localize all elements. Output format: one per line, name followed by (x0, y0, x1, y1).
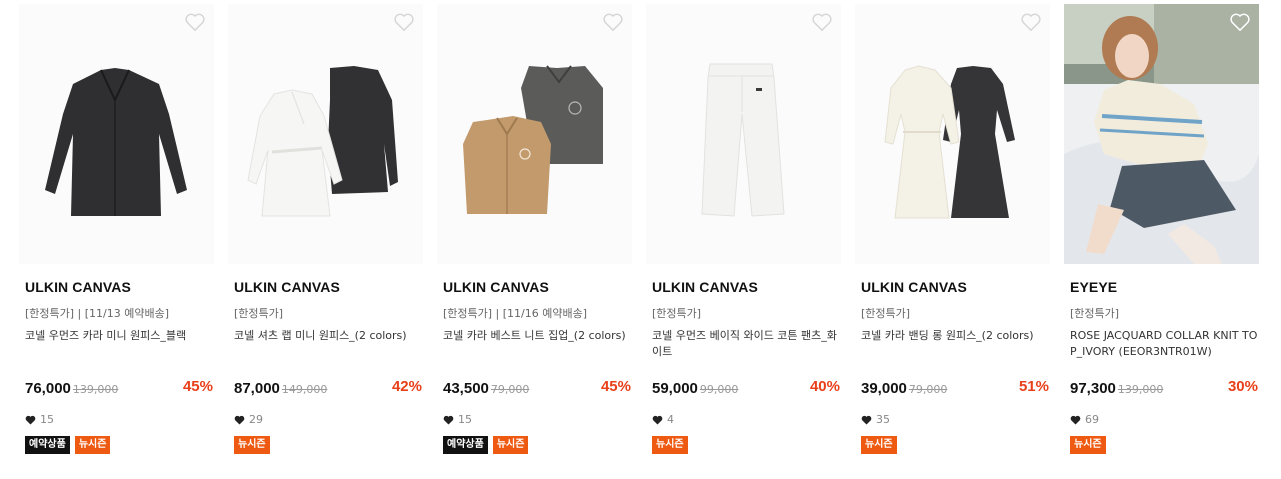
sale-price: 59,000 (652, 380, 698, 397)
new-season-badge: 뉴시즌 (861, 436, 897, 454)
sale-price: 76,000 (25, 380, 71, 397)
brand-name[interactable]: ULKIN CANVAS (861, 279, 967, 295)
discount-rate: 42% (391, 378, 422, 395)
badge-list: 뉴시즌 (861, 436, 897, 454)
product-card[interactable]: ULKIN CANVAS [한정특가] | [11/16 예약배송] 코넬 카라… (437, 4, 632, 454)
product-card[interactable]: ULKIN CANVAS [한정특가] 코넬 카라 밴딩 롱 원피스_(2 co… (855, 4, 1050, 454)
like-count: 69 (1070, 413, 1099, 426)
promo-tag: [한정특가] | [11/13 예약배송] (25, 307, 170, 320)
sale-price: 39,000 (861, 380, 907, 397)
like-count: 35 (861, 413, 890, 426)
promo-tag: [한정특가] | [11/16 예약배송] (443, 307, 588, 320)
brand-name[interactable]: ULKIN CANVAS (443, 279, 549, 295)
product-card[interactable]: ULKIN CANVAS [한정특가] 코넬 셔츠 랩 미니 원피스_(2 co… (228, 4, 423, 454)
price-row: 97,300 139,000 30% (1070, 378, 1258, 398)
promo-tag: [한정특가] (234, 307, 284, 320)
original-price: 139,000 (72, 383, 119, 396)
price-row: 39,000 79,000 51% (861, 378, 1049, 398)
like-count: 15 (25, 413, 54, 426)
product-name[interactable]: ROSE JACQUARD COLLAR KNIT TOP_IVORY (EEO… (1070, 328, 1260, 360)
heart-filled-icon (861, 415, 872, 425)
heart-icon[interactable] (393, 12, 415, 32)
brand-name[interactable]: ULKIN CANVAS (652, 279, 758, 295)
badge-list: 뉴시즌 (234, 436, 270, 454)
like-count-value: 15 (40, 413, 54, 426)
promo-tag: [한정특가] (652, 307, 702, 320)
new-season-badge: 뉴시즌 (1070, 436, 1106, 454)
like-count: 4 (652, 413, 674, 426)
product-card[interactable]: ULKIN CANVAS [한정특가] 코넬 우먼즈 베이직 와이드 코튼 팬츠… (646, 4, 841, 454)
like-count: 29 (234, 413, 263, 426)
model-photo-image (1064, 4, 1259, 264)
sale-price: 87,000 (234, 380, 280, 397)
brand-name[interactable]: ULKIN CANVAS (234, 279, 340, 295)
discount-rate: 40% (809, 378, 840, 395)
product-image[interactable] (646, 4, 841, 264)
badge-list: 예약상품 뉴시즌 (443, 436, 529, 454)
discount-rate: 45% (600, 378, 631, 395)
price-row: 59,000 99,000 40% (652, 378, 840, 398)
heart-icon[interactable] (602, 12, 624, 32)
product-name[interactable]: 코넬 우먼즈 베이직 와이드 코튼 팬츠_화이트 (652, 328, 842, 360)
white-wide-pants-image (701, 63, 785, 217)
heart-filled-icon (443, 415, 454, 425)
product-image[interactable] (228, 4, 423, 264)
ivory-and-charcoal-long-dresses-image (884, 65, 1015, 219)
like-count-value: 4 (667, 413, 674, 426)
preorder-badge: 예약상품 (443, 436, 488, 454)
beige-and-gray-knit-vests-image (463, 65, 603, 214)
sale-price: 97,300 (1070, 380, 1116, 397)
product-name[interactable]: 코넬 셔츠 랩 미니 원피스_(2 colors) (234, 328, 424, 344)
like-count-value: 15 (458, 413, 472, 426)
sale-price: 43,500 (443, 380, 489, 397)
new-season-badge: 뉴시즌 (492, 436, 529, 454)
promo-tag: [한정특가] (1070, 307, 1120, 320)
original-price: 79,000 (908, 383, 948, 396)
discount-rate: 30% (1227, 378, 1258, 395)
badge-list: 예약상품 뉴시즌 (25, 436, 111, 454)
heart-filled-icon (1070, 415, 1081, 425)
like-count-value: 29 (249, 413, 263, 426)
product-image[interactable] (1064, 4, 1259, 264)
price-row: 76,000 139,000 45% (25, 378, 213, 398)
heart-icon[interactable] (811, 12, 833, 32)
product-name[interactable]: 코넬 우먼즈 카라 미니 원피스_블랙 (25, 328, 215, 344)
heart-filled-icon (234, 415, 245, 425)
badge-list: 뉴시즌 (652, 436, 688, 454)
new-season-badge: 뉴시즌 (652, 436, 688, 454)
product-name[interactable]: 코넬 카라 밴딩 롱 원피스_(2 colors) (861, 328, 1051, 344)
heart-filled-icon (652, 415, 663, 425)
white-and-black-wrap-dresses-image (247, 66, 398, 217)
new-season-badge: 뉴시즌 (74, 436, 111, 454)
new-season-badge: 뉴시즌 (234, 436, 270, 454)
promo-tag: [한정특가] (861, 307, 911, 320)
heart-icon[interactable] (1020, 12, 1042, 32)
discount-rate: 45% (182, 378, 213, 395)
price-row: 43,500 79,000 45% (443, 378, 631, 398)
product-card[interactable]: EYEYE [한정특가] ROSE JACQUARD COLLAR KNIT T… (1064, 4, 1259, 454)
discount-rate: 51% (1018, 378, 1049, 395)
original-price: 139,000 (1117, 383, 1164, 396)
preorder-badge: 예약상품 (25, 436, 70, 454)
price-row: 87,000 149,000 42% (234, 378, 422, 398)
product-image[interactable] (437, 4, 632, 264)
product-image[interactable] (855, 4, 1050, 264)
like-count-value: 69 (1085, 413, 1099, 426)
original-price: 99,000 (699, 383, 739, 396)
product-name[interactable]: 코넬 카라 베스트 니트 집업_(2 colors) (443, 328, 633, 344)
product-card[interactable]: ULKIN CANVAS [한정특가] | [11/13 예약배송] 코넬 우먼… (19, 4, 214, 454)
brand-name[interactable]: EYEYE (1070, 279, 1117, 295)
original-price: 149,000 (281, 383, 328, 396)
original-price: 79,000 (490, 383, 530, 396)
black-mini-dress-image (45, 68, 187, 216)
like-count: 15 (443, 413, 472, 426)
heart-filled-icon (25, 415, 36, 425)
badge-list: 뉴시즌 (1070, 436, 1106, 454)
product-image[interactable] (19, 4, 214, 264)
brand-name[interactable]: ULKIN CANVAS (25, 279, 131, 295)
heart-icon[interactable] (184, 12, 206, 32)
heart-icon[interactable] (1229, 12, 1251, 32)
like-count-value: 35 (876, 413, 890, 426)
product-grid: ULKIN CANVAS [한정특가] | [11/13 예약배송] 코넬 우먼… (0, 0, 1281, 479)
